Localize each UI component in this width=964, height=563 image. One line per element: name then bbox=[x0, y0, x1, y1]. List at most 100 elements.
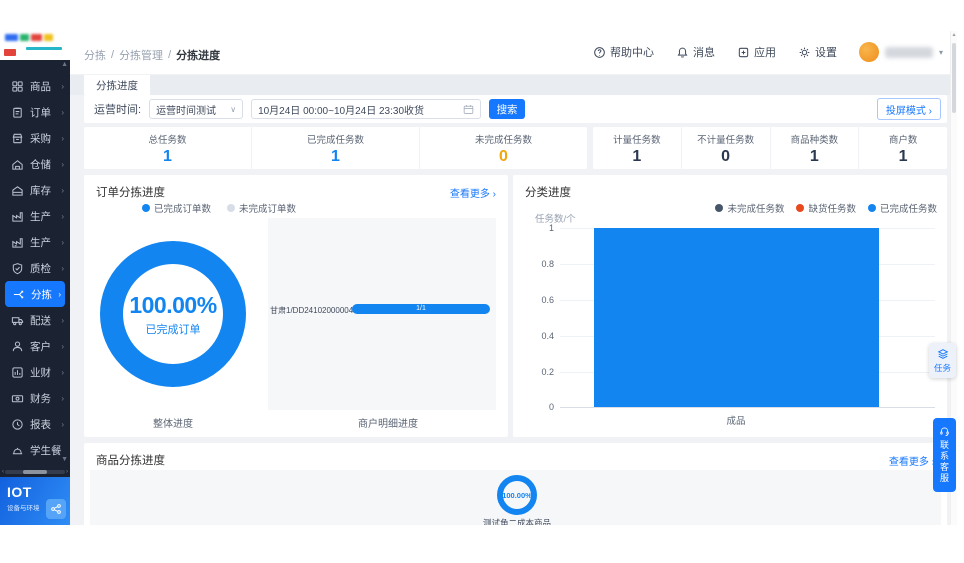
iot-banner[interactable]: IOT 设备与环境 bbox=[0, 477, 70, 525]
y-tick: 1 bbox=[548, 223, 554, 233]
logo-blur-blocks bbox=[5, 34, 53, 41]
sidebar-item-orders[interactable]: 订单 › bbox=[0, 99, 70, 125]
apps-button[interactable]: 应用 bbox=[737, 44, 776, 60]
search-button[interactable]: 搜索 bbox=[489, 99, 526, 119]
y-tick: 0.6 bbox=[541, 295, 554, 305]
sidebar-scroll-up-icon[interactable]: ▲ bbox=[61, 61, 68, 68]
operation-period-value: 运营时间测试 bbox=[156, 105, 217, 117]
hscroll-track[interactable] bbox=[5, 469, 65, 474]
report-icon bbox=[11, 418, 24, 431]
secondary-stats-card: 计量任务数 1 不计量任务数 0 商品种类数 1 商户数 1 bbox=[593, 127, 947, 169]
layers-icon bbox=[937, 348, 949, 360]
sidebar-item-production-1[interactable]: 生产 › bbox=[0, 203, 70, 229]
completed-tasks-bar bbox=[594, 228, 879, 407]
scrollbar-thumb[interactable] bbox=[952, 43, 956, 113]
sidebar-item-goods[interactable]: 商品 › bbox=[0, 73, 70, 99]
sidebar-item-inventory[interactable]: 库存 › bbox=[0, 177, 70, 203]
sidebar-item-label: 报表 bbox=[30, 418, 51, 431]
chevron-right-icon: › bbox=[58, 289, 61, 299]
sidebar-item-quality[interactable]: 质检 › bbox=[0, 255, 70, 281]
view-more-link[interactable]: 查看更多 › bbox=[889, 453, 935, 468]
sidebar-item-purchase[interactable]: 采购 › bbox=[0, 125, 70, 151]
messages-button[interactable]: 消息 bbox=[676, 44, 715, 60]
view-more-link[interactable]: 查看更多 › bbox=[450, 185, 496, 200]
stat-value: 0 bbox=[721, 148, 731, 165]
sidebar-item-reports[interactable]: 报表 › bbox=[0, 411, 70, 437]
stat-value: 1 bbox=[331, 148, 340, 165]
business-finance-icon bbox=[11, 366, 24, 379]
breadcrumb-current: 分拣进度 bbox=[176, 50, 221, 62]
task-float-button[interactable]: 任务 bbox=[929, 343, 956, 378]
goods-progress-donut: 100.00% bbox=[497, 475, 537, 515]
sorting-icon bbox=[12, 288, 25, 301]
sidebar-item-label: 商品 bbox=[30, 80, 51, 93]
sidebar-item-warehouse[interactable]: 仓储 › bbox=[0, 151, 70, 177]
y-tick: 0 bbox=[548, 402, 554, 412]
gear-icon bbox=[798, 46, 811, 59]
legend-completed-orders[interactable]: 已完成订单数 bbox=[142, 201, 211, 215]
hscroll-right-icon[interactable]: › bbox=[66, 469, 68, 475]
chevron-right-icon: › bbox=[61, 315, 64, 325]
settings-button[interactable]: 设置 bbox=[798, 44, 837, 60]
sidebar-item-delivery[interactable]: 配送 › bbox=[0, 307, 70, 333]
breadcrumb-item[interactable]: 分拣管理 bbox=[119, 47, 163, 63]
task-stats-card: 总任务数 1 已完成任务数 1 未完成任务数 0 bbox=[84, 127, 587, 169]
sidebar-item-label: 配送 bbox=[30, 314, 51, 327]
scrollbar-up-icon[interactable]: ▲ bbox=[951, 32, 957, 38]
tab-sorting-progress[interactable]: 分拣进度 bbox=[84, 75, 150, 95]
sidebar-horizontal-scrollbar[interactable]: ‹ › bbox=[2, 468, 68, 475]
stat-goods-types: 商品种类数 1 bbox=[769, 127, 859, 169]
calendar-icon bbox=[463, 104, 474, 115]
sidebar-item-label: 采购 bbox=[30, 132, 51, 145]
stat-merchants: 商户数 1 bbox=[858, 127, 947, 169]
inventory-icon bbox=[11, 184, 24, 197]
task-label: 任务 bbox=[933, 362, 951, 373]
y-tick: 0.2 bbox=[541, 367, 554, 377]
panel-title: 商品分拣进度 bbox=[96, 455, 165, 467]
sidebar-scroll-down-icon[interactable]: ▼ bbox=[61, 456, 68, 463]
avatar bbox=[858, 42, 879, 62]
apps-label: 应用 bbox=[753, 47, 776, 59]
order-icon bbox=[11, 106, 24, 119]
sidebar-item-sorting[interactable]: 分拣 › bbox=[5, 281, 65, 307]
category-bar-chart: 1 0.8 0.6 0.4 0.2 0 bbox=[541, 223, 935, 412]
chevron-right-icon: › bbox=[61, 263, 64, 273]
operation-period-select[interactable]: 运营时间测试 ∨ bbox=[149, 99, 244, 119]
sidebar-item-label: 学生餐 bbox=[30, 444, 62, 457]
sidebar-item-label: 财务 bbox=[30, 392, 51, 405]
overall-progress-caption: 整体进度 bbox=[153, 419, 193, 430]
user-menu[interactable]: ▾ bbox=[858, 42, 943, 62]
sidebar-item-finance[interactable]: 财务 › bbox=[0, 385, 70, 411]
sidebar-item-student-meal[interactable]: 学生餐 bbox=[0, 437, 70, 463]
hscroll-left-icon[interactable]: ‹ bbox=[2, 469, 4, 475]
panel-title: 分类进度 bbox=[525, 187, 571, 199]
help-center-button[interactable]: 帮助中心 bbox=[593, 44, 654, 60]
stat-total-tasks: 总任务数 1 bbox=[84, 127, 251, 169]
legend-dot bbox=[715, 204, 724, 212]
stat-uncompleted-tasks: 未完成任务数 0 bbox=[419, 127, 587, 169]
hscroll-thumb[interactable] bbox=[23, 469, 47, 474]
legend-uncompleted-tasks[interactable]: 未完成任务数 bbox=[715, 201, 784, 215]
contact-service-button[interactable]: 联系客服 bbox=[933, 418, 956, 492]
sidebar-item-business-finance[interactable]: 业财 › bbox=[0, 359, 70, 385]
date-range-input[interactable]: 10月24日 00:00~10月24日 23:30收货 bbox=[251, 99, 482, 119]
quality-icon bbox=[11, 262, 24, 275]
sidebar-item-customers[interactable]: 客户 › bbox=[0, 333, 70, 359]
purchase-icon bbox=[11, 132, 24, 145]
apps-icon bbox=[737, 46, 750, 59]
legend-uncompleted-orders[interactable]: 未完成订单数 bbox=[227, 201, 296, 215]
legend-outofstock-tasks[interactable]: 缺货任务数 bbox=[796, 201, 856, 215]
stat-value: 0 bbox=[499, 148, 508, 165]
stat-measured-tasks: 计量任务数 1 bbox=[593, 127, 681, 169]
stat-completed-tasks: 已完成任务数 1 bbox=[251, 127, 419, 169]
breadcrumb-item[interactable]: 分拣 bbox=[84, 47, 106, 63]
legend-completed-tasks[interactable]: 已完成任务数 bbox=[867, 201, 937, 215]
sidebar-item-production-2[interactable]: 生产 › bbox=[0, 229, 70, 255]
sidebar-item-label: 库存 bbox=[30, 184, 51, 197]
legend-dot bbox=[142, 204, 150, 212]
cast-mode-button[interactable]: 投屏模式 › bbox=[876, 98, 941, 120]
chevron-down-icon: ∨ bbox=[230, 104, 237, 114]
x-axis-line bbox=[560, 407, 935, 408]
logo-underline bbox=[26, 47, 62, 50]
chevron-right-icon: › bbox=[61, 367, 64, 377]
